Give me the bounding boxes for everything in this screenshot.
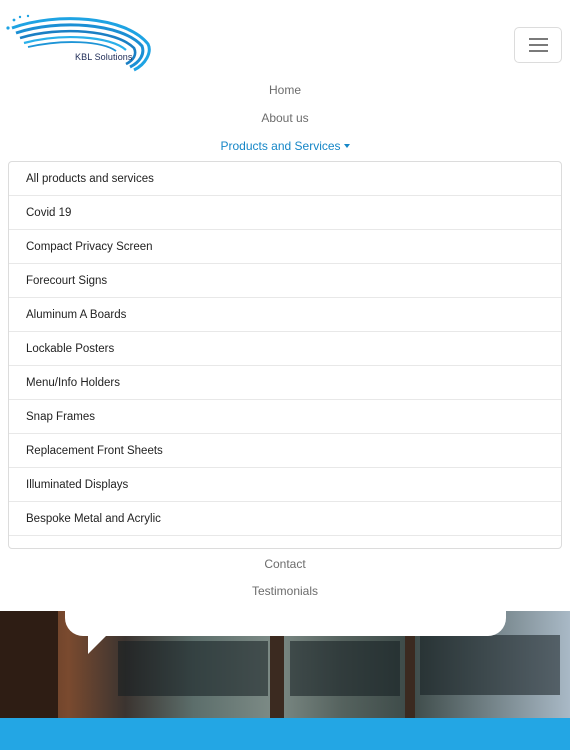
dropdown-item-replacement-front-sheets[interactable]: Replacement Front Sheets xyxy=(9,434,561,468)
header: KBL Solutions xyxy=(0,0,570,78)
dropdown-item-compact-privacy-screen[interactable]: Compact Privacy Screen xyxy=(9,230,561,264)
menu-toggle-button[interactable] xyxy=(514,27,562,63)
bottom-band xyxy=(0,718,570,750)
nav-link-products-label: Products and Services xyxy=(220,139,341,153)
dropdown-item-menu-info-holders[interactable]: Menu/Info Holders xyxy=(9,366,561,400)
hero-window xyxy=(290,641,400,696)
dropdown-item-illuminated-displays[interactable]: Illuminated Displays xyxy=(9,468,561,502)
nav-link-testimonials[interactable]: Testimonials xyxy=(0,582,570,600)
logo-swoosh-icon xyxy=(6,14,151,72)
caret-down-icon xyxy=(343,143,350,148)
products-dropdown-menu: All products and services Covid 19 Compa… xyxy=(8,161,562,549)
speech-bubble xyxy=(65,599,506,636)
hero-pillar xyxy=(405,631,415,718)
hero-pillar xyxy=(270,631,284,718)
speech-bubble-tail xyxy=(88,630,112,654)
dropdown-item-bespoke-metal-acrylic[interactable]: Bespoke Metal and Acrylic xyxy=(9,502,561,536)
nav-link-about[interactable]: About us xyxy=(0,109,570,127)
hero-pillar xyxy=(0,611,58,718)
dropdown-item-covid-19[interactable]: Covid 19 xyxy=(9,196,561,230)
dropdown-item-all-products[interactable]: All products and services xyxy=(9,162,561,196)
hamburger-icon xyxy=(529,44,548,46)
dropdown-item-lockable-posters[interactable]: Lockable Posters xyxy=(9,332,561,366)
kbl-logo[interactable]: KBL Solutions xyxy=(6,14,156,74)
dropdown-item-forecourt-signs[interactable]: Forecourt Signs xyxy=(9,264,561,298)
dropdown-item-aluminum-a-boards[interactable]: Aluminum A Boards xyxy=(9,298,561,332)
hero-window xyxy=(118,641,268,696)
nav-link-home[interactable]: Home xyxy=(0,81,570,99)
logo-text: KBL Solutions xyxy=(75,52,133,62)
hamburger-icon xyxy=(529,50,548,52)
hamburger-icon xyxy=(529,38,548,40)
nav-link-contact[interactable]: Contact xyxy=(0,555,570,573)
dropdown-item-snap-frames[interactable]: Snap Frames xyxy=(9,400,561,434)
nav-link-products[interactable]: Products and Services xyxy=(0,137,570,155)
hero-window xyxy=(420,635,560,695)
